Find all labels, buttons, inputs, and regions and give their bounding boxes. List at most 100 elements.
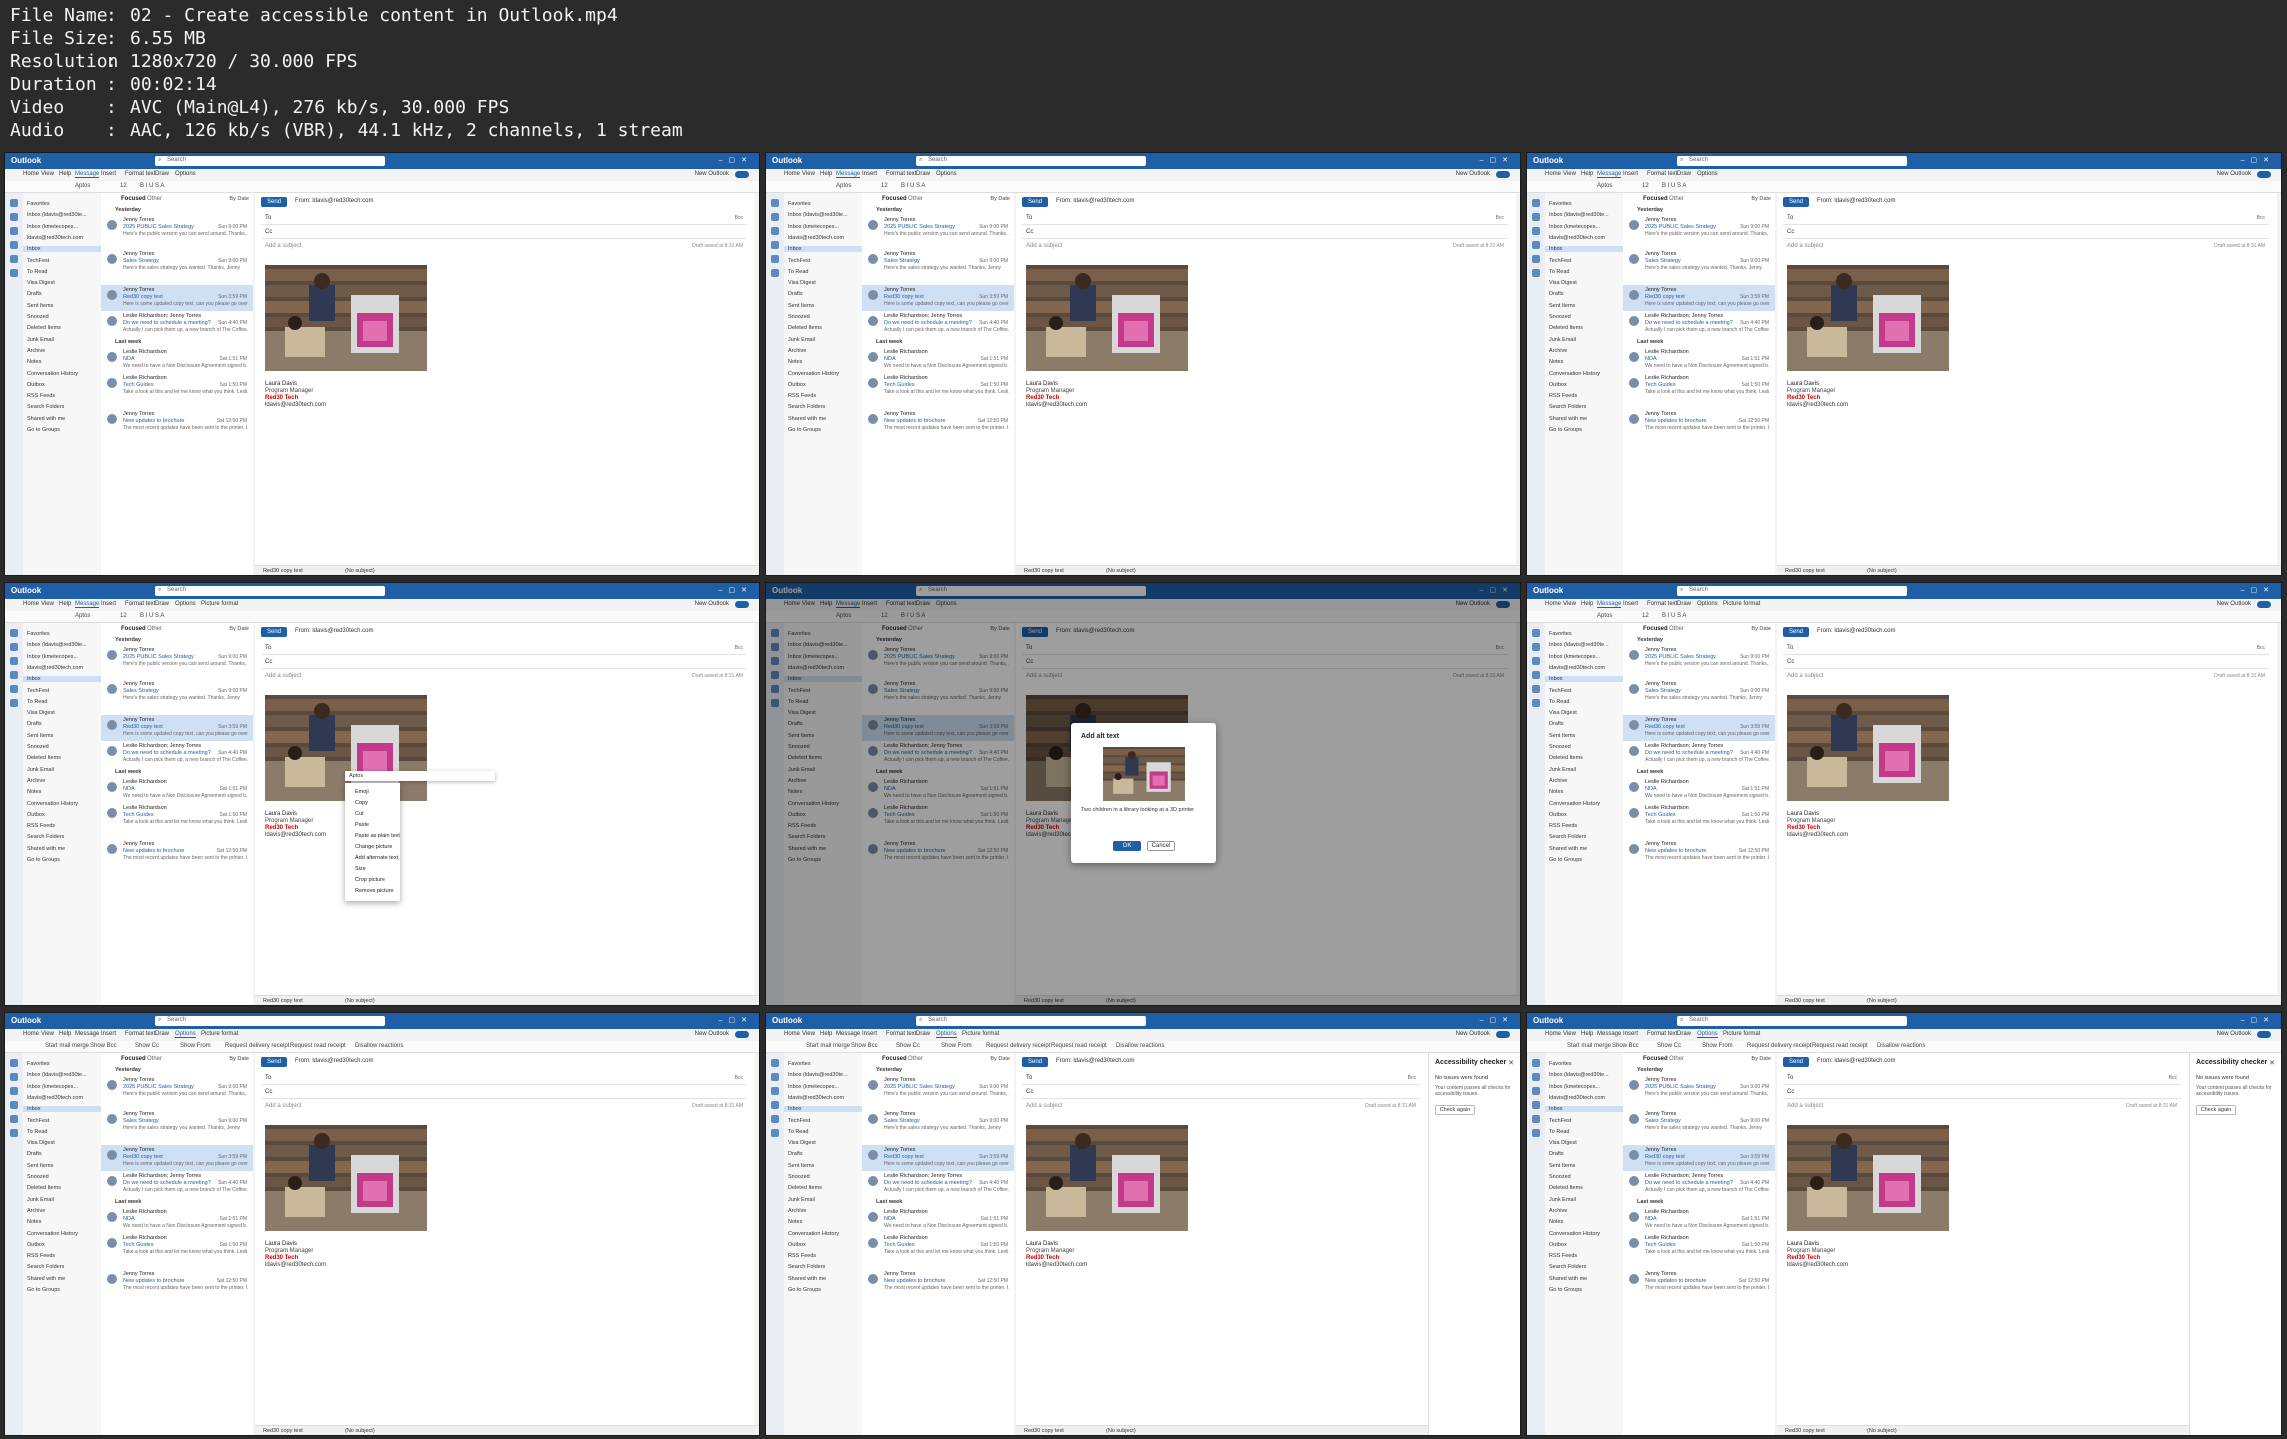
folder-item[interactable]: TechFest bbox=[1549, 688, 1571, 694]
toolbar-item[interactable]: Request read receipt bbox=[290, 1043, 346, 1049]
tab-help[interactable]: Help bbox=[59, 171, 71, 177]
list-item[interactable]: Leslie Richardson; Jenny Torres Do we nee… bbox=[1623, 741, 1775, 767]
tab-help[interactable]: Help bbox=[59, 1031, 71, 1037]
list-item[interactable]: Jenny Torres 2025 PUBLIC Sales Strategy He… bbox=[101, 215, 253, 241]
folder-item[interactable]: To Read bbox=[788, 269, 809, 275]
search-input[interactable]: ⌕ Search bbox=[1677, 586, 1907, 596]
folder-item[interactable]: Inbox (ldavis@red30te... bbox=[788, 212, 848, 218]
rail-app-icon[interactable] bbox=[10, 213, 18, 221]
tab-home[interactable]: Home bbox=[23, 171, 39, 177]
rail-app-icon[interactable] bbox=[10, 255, 18, 263]
library-photo[interactable] bbox=[1787, 695, 1949, 801]
tab-options[interactable]: Options bbox=[1697, 601, 1718, 607]
context-menu-item[interactable]: Size bbox=[355, 866, 366, 872]
from-field[interactable]: From: ldavis@red30tech.com bbox=[295, 198, 373, 204]
folder-item[interactable]: RSS Feeds bbox=[1549, 393, 1577, 399]
folder-item[interactable]: ldavis@red30tech.com bbox=[788, 235, 844, 241]
folder-item[interactable]: Favorites bbox=[1549, 631, 1572, 637]
draft-tab[interactable]: (No subject) bbox=[1867, 998, 1897, 1004]
tab-message[interactable]: Message bbox=[1597, 601, 1622, 608]
tab-options[interactable]: Options bbox=[175, 1031, 196, 1038]
list-item[interactable]: Leslie Richardson Tech Guides Take a look … bbox=[101, 373, 253, 399]
search-input[interactable]: ⌕ Search bbox=[1677, 1016, 1907, 1026]
library-photo[interactable] bbox=[1026, 1125, 1188, 1231]
search-input[interactable]: ⌕ Search bbox=[916, 156, 1146, 166]
sort-by-date[interactable]: By Date bbox=[990, 196, 1010, 202]
search-input[interactable]: ⌕ Search bbox=[1677, 156, 1907, 166]
list-item[interactable]: Leslie Richardson NDA We need to have a No… bbox=[1623, 777, 1775, 803]
folder-item[interactable]: Search Folders bbox=[27, 834, 64, 840]
rail-app-icon[interactable] bbox=[10, 629, 18, 637]
folder-item[interactable]: Inbox (ldavis@red30te... bbox=[788, 1072, 848, 1078]
folder-item[interactable]: Notes bbox=[1549, 1219, 1563, 1225]
toolbar-item[interactable]: Disallow reactions bbox=[1116, 1043, 1164, 1049]
inline-picture[interactable] bbox=[265, 1125, 427, 1231]
draft-tab[interactable]: (No subject) bbox=[1867, 1428, 1897, 1434]
folder-item[interactable]: Inbox (ldavis@red30te... bbox=[1549, 642, 1609, 648]
window-controls[interactable]: –▢✕ bbox=[719, 586, 753, 594]
tab-message[interactable]: Message bbox=[75, 601, 100, 608]
rail-app-icon[interactable] bbox=[1532, 657, 1540, 665]
folder-item[interactable]: Junk Email bbox=[788, 337, 815, 343]
ok-button[interactable]: OK bbox=[1113, 841, 1141, 851]
tab-view[interactable]: View bbox=[1563, 171, 1576, 177]
tab-draw[interactable]: Draw bbox=[155, 601, 169, 607]
list-item[interactable]: Jenny Torres Sales Strategy Here's the sal… bbox=[1623, 1109, 1775, 1135]
folder-item[interactable]: RSS Feeds bbox=[1549, 823, 1577, 829]
close-icon[interactable]: ✕ bbox=[2269, 1059, 2275, 1067]
tab-message[interactable]: Message bbox=[75, 1031, 99, 1037]
sort-by-date[interactable]: By Date bbox=[229, 626, 249, 632]
folder-item[interactable]: Archive bbox=[1549, 1208, 1567, 1214]
folder-item[interactable]: Go to Groups bbox=[27, 1287, 60, 1293]
folder-item[interactable]: Snoozed bbox=[1549, 314, 1571, 320]
toolbar-item[interactable]: Request delivery receipt bbox=[225, 1043, 289, 1049]
folder-item[interactable]: ldavis@red30tech.com bbox=[27, 665, 83, 671]
folder-item[interactable]: Inbox bbox=[1545, 246, 1623, 253]
rail-app-icon[interactable] bbox=[10, 1059, 18, 1067]
rail-app-icon[interactable] bbox=[10, 1129, 18, 1137]
rail-app-icon[interactable] bbox=[771, 1059, 779, 1067]
tab-insert[interactable]: Insert bbox=[1623, 1031, 1638, 1037]
folder-item[interactable]: Conversation History bbox=[788, 371, 839, 377]
tab-insert[interactable]: Insert bbox=[1623, 171, 1638, 177]
toolbar-item[interactable]: Start mail merge bbox=[1567, 1043, 1611, 1049]
sort-by-date[interactable]: By Date bbox=[990, 1056, 1010, 1062]
list-item[interactable]: Jenny Torres Sales Strategy Here's the sal… bbox=[862, 249, 1014, 275]
list-item[interactable]: Jenny Torres Red30 copy text Here is some … bbox=[1623, 715, 1775, 741]
new-outlook-toggle[interactable] bbox=[735, 1031, 749, 1038]
folder-item[interactable]: Deleted Items bbox=[27, 755, 61, 761]
folder-item[interactable]: To Read bbox=[1549, 269, 1570, 275]
list-item[interactable]: Leslie Richardson NDA We need to have a No… bbox=[1623, 1207, 1775, 1233]
draft-tab[interactable]: Red30 copy text bbox=[1024, 568, 1064, 574]
search-input[interactable]: ⌕ Search bbox=[155, 1016, 385, 1026]
list-item[interactable]: Jenny Torres New updates to brochure The m… bbox=[1623, 839, 1775, 865]
subject-input[interactable]: Add a subject bbox=[265, 1103, 301, 1109]
from-field[interactable]: From: ldavis@red30tech.com bbox=[1056, 198, 1134, 204]
folder-item[interactable]: TechFest bbox=[1549, 1118, 1571, 1124]
folder-item[interactable]: Drafts bbox=[1549, 291, 1564, 297]
rail-app-icon[interactable] bbox=[1532, 255, 1540, 263]
library-photo[interactable] bbox=[1103, 747, 1185, 801]
list-item[interactable]: Leslie Richardson; Jenny Torres Do we nee… bbox=[101, 741, 253, 767]
tab-view[interactable]: View bbox=[41, 1031, 54, 1037]
folder-item[interactable]: Junk Email bbox=[1549, 337, 1576, 343]
font-name[interactable]: Aptos bbox=[75, 183, 90, 189]
tab-options[interactable]: Options bbox=[936, 171, 957, 177]
toolbar-item[interactable]: Disallow reactions bbox=[355, 1043, 403, 1049]
rail-app-icon[interactable] bbox=[1532, 199, 1540, 207]
folder-item[interactable]: Drafts bbox=[27, 1151, 42, 1157]
window-controls[interactable]: –▢✕ bbox=[2241, 586, 2275, 594]
folder-item[interactable]: Conversation History bbox=[1549, 371, 1600, 377]
tab-other[interactable]: Other bbox=[147, 626, 162, 632]
folder-item[interactable]: Favorites bbox=[27, 201, 50, 207]
toolbar-item[interactable]: Show Cc bbox=[1657, 1043, 1681, 1049]
format-buttons[interactable]: B I U S A bbox=[140, 613, 164, 619]
list-item[interactable]: Jenny Torres 2025 PUBLIC Sales Strategy He… bbox=[101, 1075, 253, 1101]
tab-focused[interactable]: Focused bbox=[882, 1056, 907, 1062]
from-field[interactable]: From: ldavis@red30tech.com bbox=[295, 1058, 373, 1064]
inline-picture[interactable] bbox=[265, 265, 427, 371]
context-menu-item[interactable]: Cut bbox=[355, 811, 364, 817]
folder-item[interactable]: Inbox bbox=[23, 676, 101, 683]
folder-item[interactable]: Inbox (kmetecopes... bbox=[788, 224, 839, 230]
list-item[interactable]: Leslie Richardson Tech Guides Take a look … bbox=[862, 373, 1014, 399]
